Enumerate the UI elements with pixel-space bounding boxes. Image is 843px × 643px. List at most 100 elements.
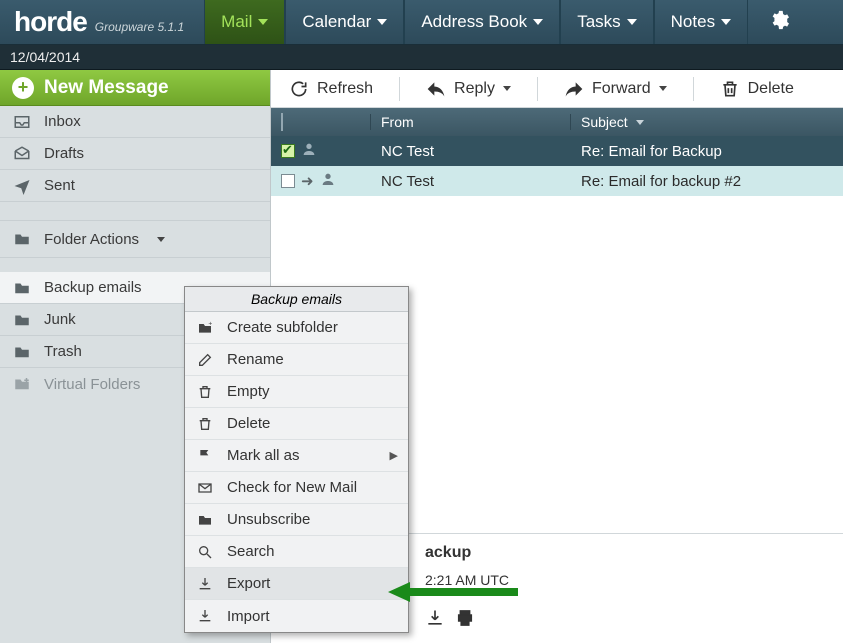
toolbar-label: Forward [592, 80, 651, 98]
download-icon[interactable] [425, 608, 445, 633]
sent-icon [12, 177, 32, 195]
sidebar-item-sent[interactable]: Sent [0, 170, 270, 202]
download-icon [195, 576, 215, 592]
date-bar: 12/04/2014 [0, 45, 843, 70]
context-menu-label: Delete [227, 415, 270, 432]
folder-icon [12, 230, 32, 248]
toolbar: Refresh Reply Forward Delete [271, 70, 843, 108]
column-subject[interactable]: Subject [571, 114, 843, 130]
sidebar-item-inbox[interactable]: Inbox [0, 106, 270, 138]
context-menu-label: Export [227, 575, 270, 592]
refresh-button[interactable]: Refresh [281, 75, 381, 103]
toolbar-label: Delete [748, 80, 794, 98]
sort-icon [636, 120, 644, 125]
context-menu-item-mark-all-as[interactable]: Mark all as ▶ [185, 440, 408, 472]
new-message-label: New Message [44, 77, 169, 99]
chevron-down-icon [157, 237, 165, 242]
submenu-arrow-icon: ▶ [390, 449, 398, 462]
context-menu-item-empty[interactable]: Empty [185, 376, 408, 408]
context-menu-label: Search [227, 543, 275, 560]
sidebar-item-label: Backup emails [44, 279, 142, 296]
context-menu-item-import[interactable]: Import [185, 600, 408, 632]
toolbar-label: Refresh [317, 80, 373, 98]
chevron-down-icon [627, 19, 637, 25]
nav-label: Address Book [421, 12, 527, 32]
mail-icon [195, 480, 215, 496]
nav-label: Tasks [577, 12, 620, 32]
chevron-down-icon [258, 19, 268, 25]
chevron-down-icon [533, 19, 543, 25]
forward-icon [564, 79, 584, 99]
inbox-icon [12, 113, 32, 131]
sidebar-item-label: Drafts [44, 145, 84, 162]
context-menu-label: Check for New Mail [227, 479, 357, 496]
forward-button[interactable]: Forward [556, 75, 675, 103]
nav-label: Notes [671, 12, 715, 32]
person-icon [301, 141, 317, 161]
folder-plus-icon: + [195, 320, 215, 336]
logo-text: horde [14, 6, 87, 38]
context-menu-item-search[interactable]: Search [185, 536, 408, 568]
sidebar-item-label: Trash [44, 343, 82, 360]
select-all-checkbox[interactable] [281, 113, 283, 131]
sidebar-item-label: Inbox [44, 113, 81, 130]
context-menu-label: Rename [227, 351, 284, 368]
message-row[interactable]: ➜ NC Test Re: Email for backup #2 [271, 166, 843, 196]
settings-button[interactable] [754, 9, 804, 36]
nav-addressbook[interactable]: Address Book [404, 0, 560, 44]
delete-button[interactable]: Delete [712, 75, 802, 103]
context-menu-item-export[interactable]: Export [185, 568, 408, 600]
nav-calendar[interactable]: Calendar [285, 0, 404, 44]
download-icon [195, 608, 215, 624]
new-message-button[interactable]: + New Message [0, 70, 270, 106]
context-menu-item-rename[interactable]: Rename [185, 344, 408, 376]
annotation-arrow [388, 580, 518, 604]
nav-tasks[interactable]: Tasks [560, 0, 653, 44]
sidebar-item-label: Virtual Folders [44, 376, 140, 393]
row-subject: Re: Email for backup #2 [581, 173, 741, 190]
context-menu: Backup emails + Create subfolder Rename Emp… [184, 286, 409, 633]
column-label: Subject [581, 114, 628, 130]
message-row[interactable]: NC Test Re: Email for Backup [271, 136, 843, 166]
nav-mail[interactable]: Mail [204, 0, 285, 44]
reply-arrow-icon: ➜ [301, 172, 314, 190]
column-header: From Subject [271, 108, 843, 136]
reply-button[interactable]: Reply [418, 75, 519, 103]
column-from[interactable]: From [371, 114, 571, 130]
chevron-down-icon [503, 86, 511, 91]
context-menu-item-check-for-new-mail[interactable]: Check for New Mail [185, 472, 408, 504]
chevron-down-icon [721, 19, 731, 25]
toolbar-label: Reply [454, 80, 495, 98]
sidebar-item-drafts[interactable]: Drafts [0, 138, 270, 170]
sidebar-item-label: Folder Actions [44, 231, 139, 248]
context-menu-label: Unsubscribe [227, 511, 310, 528]
nav-notes[interactable]: Notes [654, 0, 748, 44]
row-checkbox[interactable] [281, 144, 295, 158]
context-menu-label: Mark all as [227, 447, 300, 464]
context-menu-item-delete[interactable]: Delete [185, 408, 408, 440]
search-icon [195, 544, 215, 560]
nav-label: Mail [221, 12, 252, 32]
sidebar-folder-actions[interactable]: Folder Actions [0, 220, 270, 258]
svg-text:+: + [208, 320, 212, 327]
pencil-icon [195, 352, 215, 368]
row-checkbox[interactable] [281, 174, 295, 188]
context-menu-label: Import [227, 608, 270, 625]
refresh-icon [289, 79, 309, 99]
trash-icon [195, 416, 215, 432]
sidebar-item-label: Junk [44, 311, 76, 328]
row-from: NC Test [381, 173, 434, 190]
logo-subtitle: Groupware 5.1.1 [95, 20, 184, 34]
logo-area: horde Groupware 5.1.1 [0, 6, 198, 38]
gear-icon [768, 9, 790, 31]
context-menu-item-unsubscribe[interactable]: Unsubscribe [185, 504, 408, 536]
context-menu-item-create-subfolder[interactable]: + Create subfolder [185, 312, 408, 344]
reply-icon [426, 79, 446, 99]
nav-items: Mail Calendar Address Book Tasks Notes [204, 0, 748, 44]
print-icon[interactable] [455, 608, 475, 633]
flag-icon [195, 448, 215, 464]
date-text: 12/04/2014 [10, 49, 80, 65]
context-menu-title: Backup emails [185, 287, 408, 312]
context-menu-label: Empty [227, 383, 270, 400]
context-menu-label: Create subfolder [227, 319, 338, 336]
